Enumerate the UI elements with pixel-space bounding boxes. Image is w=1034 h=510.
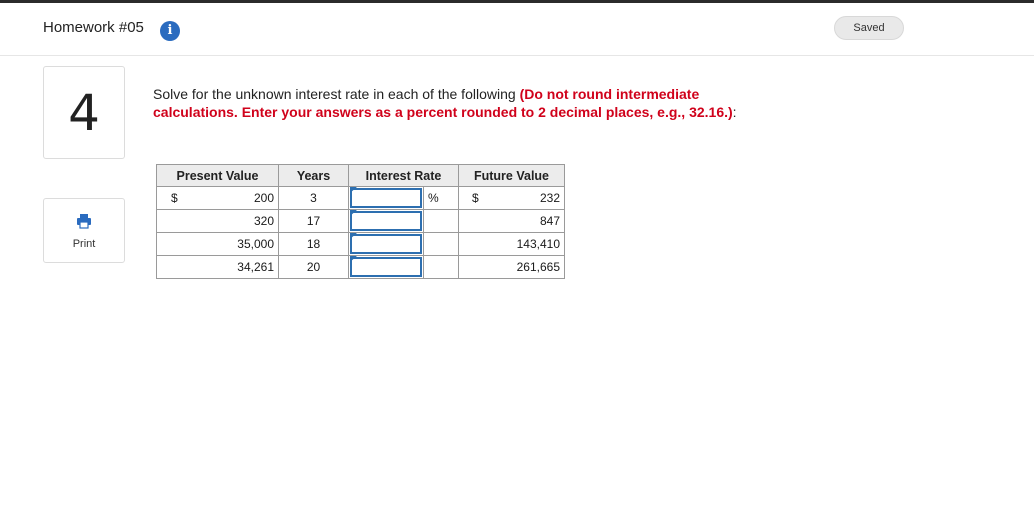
- future-value-cell: 143,410: [516, 237, 560, 251]
- header: Homework #05 i Saved: [0, 3, 1034, 56]
- question-prompt: Solve for the unknown interest rate in e…: [153, 86, 520, 102]
- percent-symbol: %: [428, 191, 439, 205]
- present-value-cell: 35,000: [237, 237, 274, 251]
- present-value-cell: 34,261: [237, 260, 274, 274]
- header-future-value: Future Value: [458, 164, 565, 187]
- years-cell: 3: [310, 191, 317, 205]
- input-flag-icon: [350, 256, 357, 262]
- question-suffix: :: [732, 104, 737, 120]
- question-number: 4: [68, 84, 100, 142]
- input-flag-icon: [350, 233, 357, 239]
- interest-rate-input[interactable]: [350, 188, 422, 208]
- interest-rate-input[interactable]: [350, 211, 422, 231]
- present-value-cell: 320: [253, 214, 274, 228]
- header-present-value: Present Value: [156, 164, 279, 187]
- future-value-cell: 847: [539, 214, 560, 228]
- printer-icon: [77, 214, 91, 229]
- saved-status-badge: Saved: [834, 16, 904, 40]
- question-number-box: 4: [43, 66, 125, 159]
- currency-symbol: $: [171, 191, 178, 205]
- input-flag-icon: [350, 187, 357, 193]
- table-row: 35,000 18 143,410: [156, 232, 565, 256]
- years-cell: 18: [306, 237, 321, 251]
- table-row: 34,261 20 261,665: [156, 255, 565, 279]
- years-cell: 20: [306, 260, 321, 274]
- table-header-row: Present Value Years Interest Rate Future…: [156, 164, 565, 187]
- print-label: Print: [72, 238, 96, 250]
- future-value-cell: 261,665: [516, 260, 560, 274]
- table-row: 320 17 847: [156, 209, 565, 233]
- interest-rate-table: Present Value Years Interest Rate Future…: [156, 164, 565, 279]
- input-flag-icon: [350, 210, 357, 216]
- info-icon[interactable]: i: [160, 21, 180, 41]
- header-years: Years: [278, 164, 349, 187]
- question-text: Solve for the unknown interest rate in e…: [153, 85, 773, 121]
- currency-symbol: $: [472, 191, 479, 205]
- interest-rate-input[interactable]: [350, 257, 422, 277]
- future-value-cell: 232: [539, 191, 560, 205]
- table-row: $200 3 % $232: [156, 186, 565, 210]
- header-interest-rate: Interest Rate: [348, 164, 459, 187]
- print-button[interactable]: Print: [43, 198, 125, 263]
- interest-rate-input[interactable]: [350, 234, 422, 254]
- present-value-cell: 200: [253, 191, 274, 205]
- years-cell: 17: [306, 214, 321, 228]
- page-title: Homework #05: [43, 19, 144, 36]
